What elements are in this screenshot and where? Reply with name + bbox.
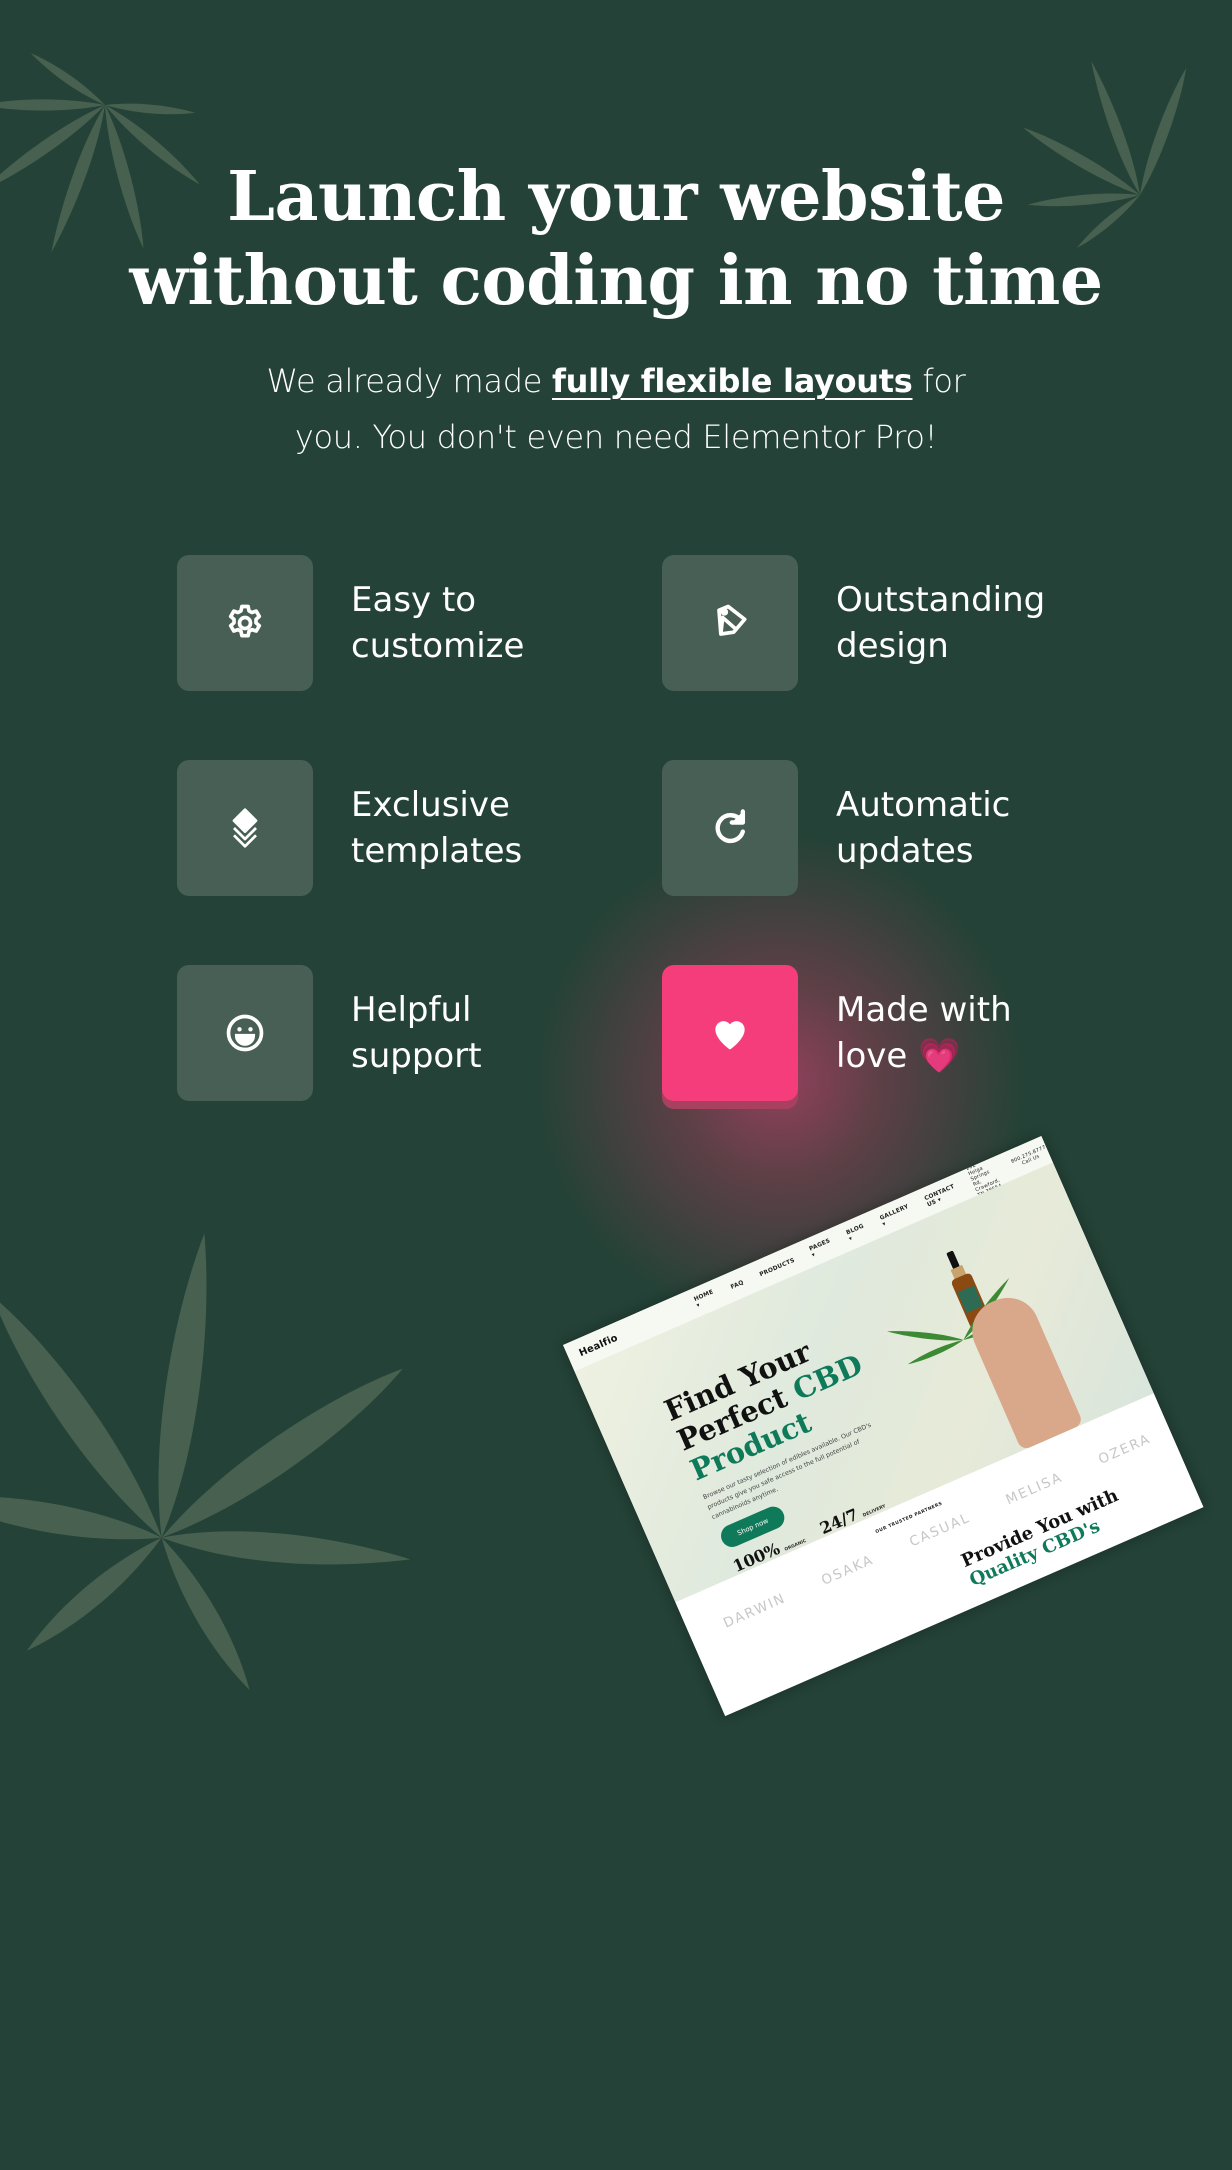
feature-tile: [177, 760, 313, 896]
feature-exclusive-templates: Exclusive templates: [177, 760, 581, 896]
mockup-nav-home: HOME ▾: [692, 1288, 715, 1309]
page-title: Launch your website without coding in no…: [0, 155, 1232, 323]
search-icon: ⌕: [1078, 1136, 1084, 1138]
feature-label: Automatic updates: [836, 782, 1066, 874]
feature-label-line: love 💗: [836, 1036, 961, 1076]
feature-label-line: Helpful: [351, 990, 472, 1030]
feature-helpful-support: Helpful support: [177, 965, 581, 1101]
gear-icon: [228, 604, 262, 638]
feature-automatic-updates: Automatic updates: [662, 760, 1066, 896]
heart-icon: [715, 1021, 745, 1050]
feature-label: Made with love 💗: [836, 987, 1066, 1079]
feature-label-line: support: [351, 1036, 482, 1076]
feature-label-line: Made with: [836, 990, 1012, 1030]
smiley-icon: [226, 1014, 264, 1052]
feature-label-line: templates: [351, 831, 523, 871]
feature-tile: [662, 760, 798, 896]
feature-label: Exclusive templates: [351, 782, 581, 874]
layers-icon: [232, 808, 258, 848]
partner-logo: OZERA: [1095, 1430, 1154, 1468]
feature-label-line: Automatic: [836, 785, 1011, 825]
partner-logo: DARWIN: [721, 1590, 789, 1632]
feature-tile: [177, 555, 313, 691]
mockup-nav-pages: PAGES ▾: [808, 1237, 832, 1259]
swatch-icon: [717, 604, 747, 636]
mockup-nav-blog: BLOG ▾: [845, 1222, 865, 1243]
feature-label-line: updates: [836, 831, 974, 871]
title-line-1: Launch your website: [227, 157, 1005, 237]
feature-label-line: design: [836, 626, 949, 666]
feature-tile: [177, 965, 313, 1101]
feature-label-line: Outstanding: [836, 580, 1046, 620]
cannabis-leaf-decoration-bottom-left: [0, 1233, 411, 1691]
mockup-nav-gallery: GALLERY ▾: [878, 1203, 910, 1228]
flexible-layouts-link[interactable]: fully flexible layouts: [552, 362, 913, 400]
feature-label-line: Exclusive: [351, 785, 510, 825]
partner-logo: MELISA: [1003, 1469, 1066, 1508]
title-line-2: without coding in no time: [129, 241, 1103, 321]
feature-label: Helpful support: [351, 987, 581, 1079]
mockup-nav-contact: CONTACT US ▾: [923, 1183, 956, 1209]
feature-label: Outstanding design: [836, 577, 1066, 669]
feature-label-line: customize: [351, 626, 525, 666]
hero-subtitle: We already made fully flexible layouts f…: [236, 353, 996, 465]
feature-label-line: Easy to: [351, 580, 477, 620]
feature-tile-highlight: [662, 965, 798, 1101]
hand-image: [962, 1287, 1084, 1451]
hero-section: Launch your website without coding in no…: [0, 155, 1232, 465]
partner-logo: OSAKA: [819, 1551, 877, 1589]
feature-outstanding-design: Outstanding design: [662, 555, 1066, 691]
feature-tile: [662, 555, 798, 691]
feature-made-with-love: Made with love 💗: [662, 965, 1066, 1101]
feature-label: Easy to customize: [351, 577, 581, 669]
feature-easy-to-customize: Easy to customize: [177, 555, 581, 691]
refresh-icon: [715, 809, 746, 844]
mockup-nav-products: PRODUCTS: [758, 1256, 796, 1278]
subtitle-text: We already made: [266, 362, 552, 400]
mockup-nav-faq: FAQ: [729, 1278, 745, 1291]
